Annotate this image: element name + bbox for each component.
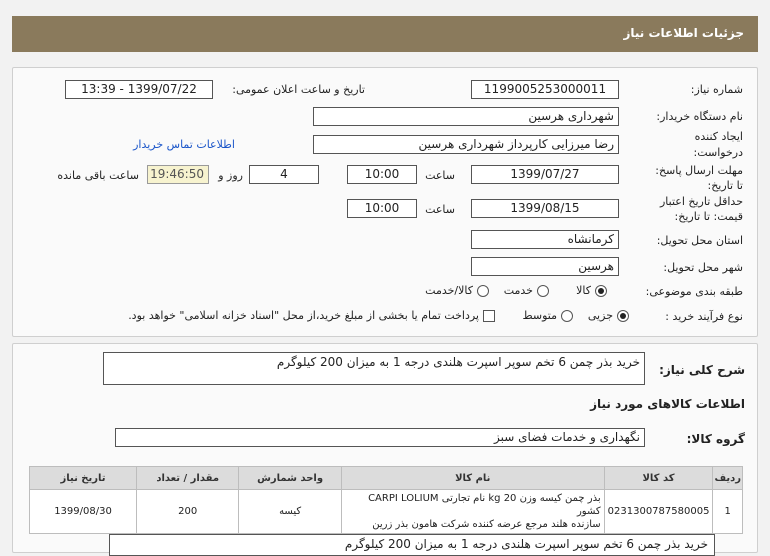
creator-label-line1: ایجاد کننده [694,130,743,143]
col-unit: واحد شمارش [238,466,342,490]
need-number-label: شماره نیاز: [690,83,743,96]
buyer-org-label: نام دستگاه خریدار: [656,110,743,123]
goods-description-field[interactable]: خرید بذر چمن 6 تخم سوپر اسپرت هلندی درجه… [109,534,715,556]
goods-need-date: 1399/08/30 [28,489,138,534]
radio-icon[interactable] [537,285,549,297]
announce-date-field[interactable]: 1399/07/22 - 13:39 [65,80,213,99]
goods-unit: کیسه [238,489,342,534]
goods-table-header: ردیف کد کالا نام کالا واحد شمارش مقدار /… [28,466,743,490]
price-validity-label-line2: قیمت: تا تاریخ: [674,210,743,223]
row-number: 1 [712,489,743,534]
validity-time-label: ساعت [425,203,455,216]
remaining-days-field[interactable]: 4 [249,165,319,184]
purchase-type-label: نوع فرآیند خرید : [665,310,743,323]
need-number-field[interactable]: 1199005253000011 [471,80,619,99]
col-row: ردیف [712,466,743,490]
reply-date-field[interactable]: 1399/07/27 [471,165,619,184]
radio-icon[interactable] [477,285,489,297]
category-label: طبقه بندی موضوعی: [645,285,743,298]
province-label: استان محل تحویل: [656,234,743,247]
buyer-contact-link[interactable]: اطلاعات تماس خریدار [133,138,235,151]
creator-field[interactable]: رضا میرزایی کارپرداز شهرداری هرسین [313,135,619,154]
goods-table: ردیف کد کالا نام کالا واحد شمارش مقدار /… [28,466,743,534]
province-field[interactable]: کرمانشاه [471,230,619,249]
reply-deadline-label-line2: تا تاریخ: [707,179,743,192]
remaining-time-label: ساعت باقی مانده [57,169,139,182]
treasury-payment-option[interactable]: پرداخت تمام یا بخشی از مبلغ خرید،از محل … [128,309,495,322]
purchase-option-medium[interactable]: متوسط [522,309,573,322]
city-label: شهر محل تحویل: [663,261,743,274]
col-date: تاریخ نیاز [28,466,138,490]
validity-date-field[interactable]: 1399/08/15 [471,199,619,218]
purchase-option-minor[interactable]: جزیی [588,309,629,322]
remaining-time-field: 19:46:50 [147,165,209,184]
category-option-service[interactable]: خدمت [504,284,549,297]
buyer-org-field[interactable]: شهرداری هرسین [313,107,619,126]
goods-section-title: اطلاعات کالاهای مورد نیاز [590,397,745,411]
goods-qty: 200 [136,489,240,534]
goods-name-line2: سازنده هلند مرجع عرضه کننده شرکت هامون ب… [372,519,601,530]
goods-panel: شرح کلی نیاز: خرید بذر چمن 6 تخم سوپر اس… [12,343,758,556]
price-validity-label-line1: حداقل تاریخ اعتبار [659,195,743,208]
description-field[interactable]: خرید بذر چمن 6 تخم سوپر اسپرت هلندی درجه… [103,352,645,385]
city-field[interactable]: هرسین [471,257,619,276]
page-title: جزئیات اطلاعات نیاز [12,16,758,52]
reply-time-field[interactable]: 10:00 [347,165,417,184]
radio-selected-icon[interactable] [617,310,629,322]
validity-time-field[interactable]: 10:00 [347,199,417,218]
days-label: روز و [218,169,243,182]
radio-icon[interactable] [561,310,573,322]
goods-code: 0231300787580005 [603,489,714,534]
checkbox-icon[interactable] [483,310,495,322]
table-row[interactable]: 1 0231300787580005 بذر چمن کیسه وزن 20 k… [28,489,743,534]
goods-name: بذر چمن کیسه وزن 20 kg نام تجارتی CARPI … [340,489,605,534]
reply-deadline-label-line1: مهلت ارسال پاسخ: [655,164,743,177]
col-qty: مقدار / تعداد [136,466,240,490]
col-name: نام کالا [340,466,605,490]
radio-selected-icon[interactable] [595,285,607,297]
goods-group-label: گروه کالا: [686,432,745,446]
goods-name-line1: بذر چمن کیسه وزن 20 kg نام تجارتی CARPI … [368,493,601,517]
category-option-goods[interactable]: کالا [576,284,607,297]
col-code: کد کالا [603,466,714,490]
category-option-goods-service[interactable]: کالا/خدمت [425,284,489,297]
announce-date-label: تاریخ و ساعت اعلان عمومی: [232,83,365,96]
need-details-panel: شماره نیاز: 1199005253000011 تاریخ و ساع… [12,67,758,337]
creator-label-line2: درخواست: [693,146,743,159]
goods-group-field[interactable]: نگهداری و خدمات فضای سبز [115,428,645,447]
description-label: شرح کلی نیاز: [659,363,745,377]
reply-time-label: ساعت [425,169,455,182]
